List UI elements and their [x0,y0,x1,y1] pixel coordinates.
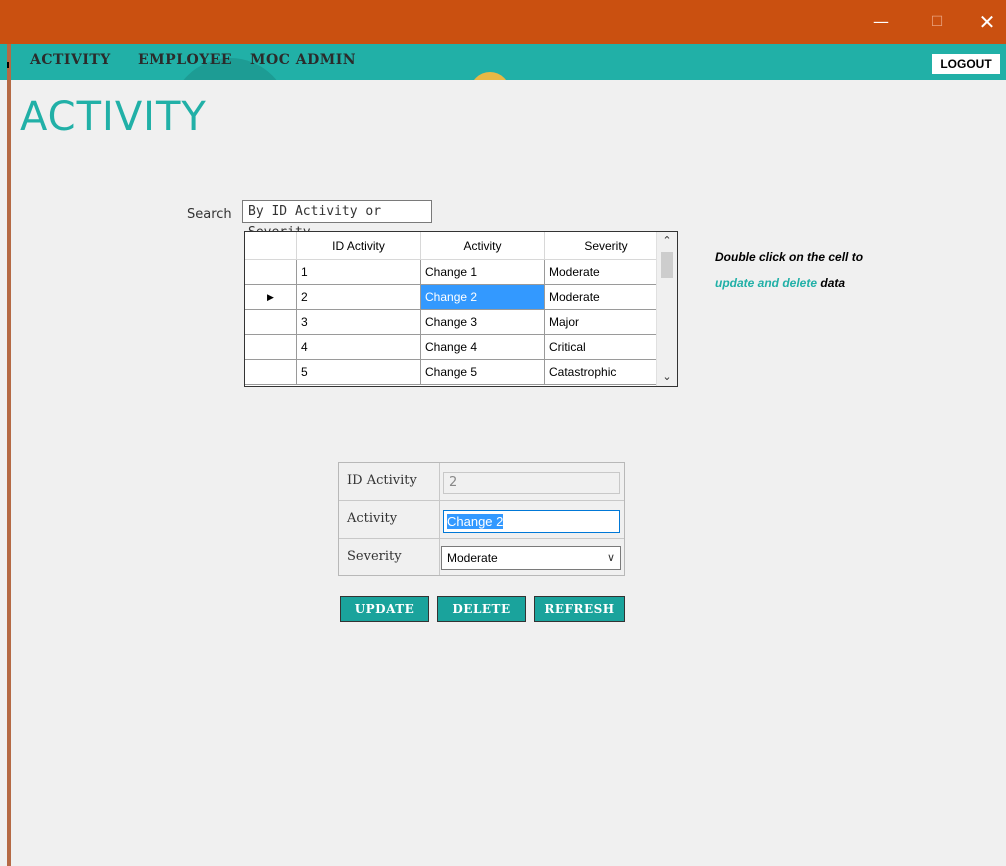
cell-id-activity[interactable]: 2 [296,284,421,310]
activity-field[interactable]: Change 2 [443,510,620,533]
cell-id-activity[interactable]: 5 [296,359,421,385]
row-header[interactable] [245,259,297,285]
logout-button[interactable]: LOGOUT [932,54,1000,74]
menu-item-activity[interactable]: ACTIVITY [30,52,111,68]
search-label: Search [187,207,232,222]
edit-form: ID Activity 2 Activity Change 2 Severity… [338,462,625,576]
grid-header-row: ID Activity Activity Severity [245,232,668,260]
left-border [7,44,11,866]
id-activity-label: ID Activity [347,473,417,488]
form-row-id: ID Activity 2 [339,463,624,501]
cell-activity[interactable]: Change 1 [420,259,545,285]
cell-activity[interactable]: Change 3 [420,309,545,335]
cell-id-activity[interactable]: 1 [296,259,421,285]
title-bar: — ☐ ✕ [0,0,1006,44]
activity-label: Activity [347,511,398,526]
form-row-activity: Activity Change 2 [339,501,624,539]
scrollbar-thumb[interactable] [661,252,673,278]
row-header[interactable] [245,309,297,335]
table-row[interactable]: 1 Change 1 Moderate [245,259,668,285]
cell-activity[interactable]: Change 4 [420,334,545,360]
hint-line-2: update and delete data [715,270,863,296]
table-row[interactable]: 4 Change 4 Critical [245,334,668,360]
severity-select-value: Moderate [447,551,498,565]
table-row[interactable]: 5 Change 5 Catastrophic [245,359,668,385]
column-header-id-activity[interactable]: ID Activity [296,232,421,260]
severity-label: Severity [347,549,402,564]
column-header-severity[interactable]: Severity [544,232,668,260]
refresh-button[interactable]: REFRESH [534,596,625,622]
cell-id-activity[interactable]: 3 [296,309,421,335]
hint-text: Double click on the cell to update and d… [715,244,863,296]
id-activity-field: 2 [443,472,620,494]
menu-item-employee[interactable]: EMPLOYEE [138,52,232,68]
page-title: ACTIVITY [20,94,207,140]
cell-severity[interactable]: Catastrophic [544,359,668,385]
close-icon[interactable]: ✕ [964,0,1006,44]
row-header[interactable] [245,359,297,385]
cell-id-activity[interactable]: 4 [296,334,421,360]
column-header-activity[interactable]: Activity [420,232,545,260]
chevron-down-icon[interactable]: ∨ [607,547,615,569]
maximize-icon[interactable]: ☐ [914,0,960,44]
menu-decoration-accent [470,72,510,80]
activity-field-value: Change 2 [447,514,504,529]
cell-severity[interactable]: Major [544,309,668,335]
delete-button[interactable]: DELETE [437,596,526,622]
grid-corner-header [245,232,297,260]
table-row[interactable]: ▶ 2 Change 2 Moderate [245,284,668,310]
update-button[interactable]: UPDATE [340,596,429,622]
table-row[interactable]: 3 Change 3 Major [245,309,668,335]
scroll-down-icon[interactable]: ⌄ [657,368,677,386]
grid-vertical-scrollbar[interactable]: ⌃ ⌄ [656,232,677,386]
menu-bar: ACTIVITY EMPLOYEE MOC ADMIN LOGOUT [0,44,1006,80]
row-pointer-icon[interactable]: ▶ [245,284,297,310]
search-input[interactable]: By ID Activity or Severity [242,200,432,240]
cell-activity-selected[interactable]: Change 2 [420,284,545,310]
left-border-mark [7,62,9,68]
form-row-severity: Severity Moderate ∨ [339,539,624,576]
cell-activity[interactable]: Change 5 [420,359,545,385]
activity-grid[interactable]: ID Activity Activity Severity 1 Change 1… [244,231,678,387]
scroll-up-icon[interactable]: ⌃ [657,232,677,250]
cell-severity[interactable]: Moderate [544,284,668,310]
menu-item-moc-admin[interactable]: MOC ADMIN [250,52,356,68]
cell-severity[interactable]: Moderate [544,259,668,285]
hint-highlight: update and delete [715,276,818,290]
hint-rest: data [817,276,846,290]
cell-severity[interactable]: Critical [544,334,668,360]
hint-line-1: Double click on the cell to [715,250,864,264]
severity-select[interactable]: Moderate ∨ [441,546,621,570]
minimize-icon[interactable]: — [858,0,904,44]
row-header[interactable] [245,334,297,360]
